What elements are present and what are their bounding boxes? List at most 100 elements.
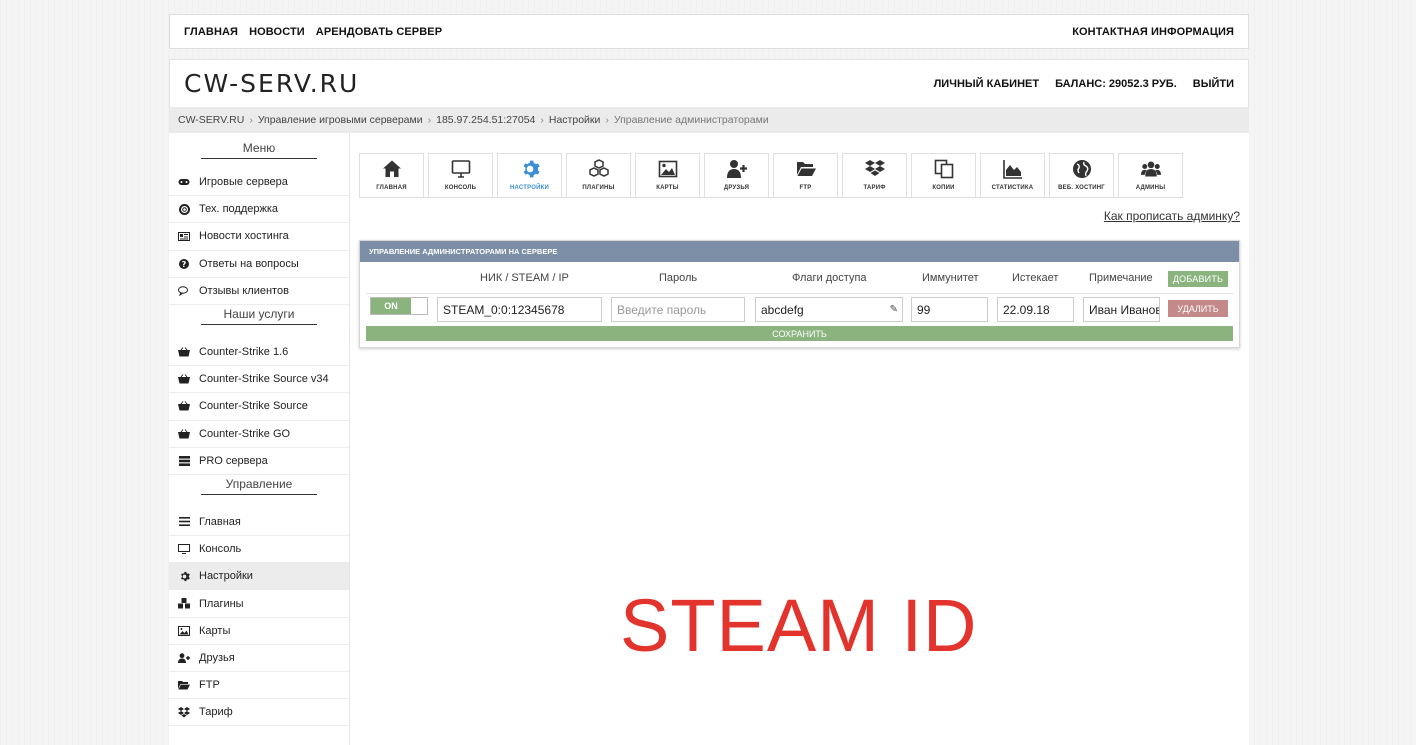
breadcrumb-item[interactable]: 185.97.254.51:27054 xyxy=(436,114,535,126)
sidebar-item-support[interactable]: Тех. поддержка xyxy=(169,196,349,224)
copy-icon xyxy=(934,159,953,179)
sidebar-item-label: Игровые сервера xyxy=(199,176,288,189)
edit-icon[interactable]: ✎ xyxy=(890,304,898,315)
sidebar-item-label: Настройки xyxy=(199,570,253,583)
sidebar-item-css[interactable]: Counter-Strike Source xyxy=(169,393,349,421)
tab-ftp[interactable]: FTP xyxy=(773,153,838,197)
breadcrumb-current: Управление администраторами xyxy=(613,114,769,126)
sidebar-item-cs16[interactable]: Counter-Strike 1.6 xyxy=(169,339,349,367)
lifebuoy-icon xyxy=(178,203,190,215)
nav-link-home[interactable]: ГЛАВНАЯ xyxy=(184,26,238,38)
tab-web-hosting[interactable]: ВЕБ. ХОСТИНГ xyxy=(1049,153,1114,197)
tab-label: ТАРИФ xyxy=(863,185,886,191)
bars-icon xyxy=(178,516,190,528)
toggle-knob xyxy=(411,298,427,314)
sidebar-item-plugins[interactable]: Плагины xyxy=(169,590,349,618)
user-plus-icon xyxy=(726,160,747,178)
site-logo[interactable]: CW-SERV.RU xyxy=(184,69,359,98)
column-header-expires: Истекает xyxy=(1012,272,1059,284)
tab-console[interactable]: КОНСОЛЬ xyxy=(428,153,493,197)
nav-link-rent-server[interactable]: АРЕНДОВАТЬ СЕРВЕР xyxy=(316,26,442,38)
delete-admin-button[interactable]: УДАЛИТЬ xyxy=(1168,300,1228,317)
sidebar-item-label: FTP xyxy=(199,679,220,692)
sidebar-item-label: Плагины xyxy=(199,597,244,610)
sidebar-item-label: Главная xyxy=(199,515,241,528)
sidebar-item-csgo[interactable]: Counter-Strike GO xyxy=(169,421,349,448)
sidebar-section-services: Наши услуги xyxy=(169,305,349,327)
monitor-icon xyxy=(451,160,470,178)
tab-maps[interactable]: КАРТЫ xyxy=(635,153,700,197)
user-plus-icon xyxy=(178,652,190,664)
sidebar-item-label: Тех. поддержка xyxy=(199,203,279,216)
tab-tariff[interactable]: ТАРИФ xyxy=(842,153,907,197)
nick-steam-input[interactable]: STEAM_0:0:12345678 xyxy=(437,297,602,322)
tab-label: КОПИИ xyxy=(932,185,955,191)
sidebar-section-title: Наши услуги xyxy=(201,307,317,325)
sidebar-item-maps[interactable]: Карты xyxy=(169,618,349,645)
sidebar-section-manage: Управление xyxy=(169,475,349,497)
nav-link-contact[interactable]: КОНТАКТНАЯ ИНФОРМАЦИЯ xyxy=(1072,26,1234,38)
column-header-note: Примечание xyxy=(1089,272,1153,284)
sidebar-item-friends[interactable]: Друзья xyxy=(169,645,349,672)
sidebar-item-game-servers[interactable]: Игровые сервера xyxy=(169,169,349,197)
sidebar-item-ftp[interactable]: FTP xyxy=(169,672,349,700)
sidebar-item-news[interactable]: Новости хостинга xyxy=(169,223,349,251)
newspaper-icon xyxy=(178,230,190,242)
immunity-input[interactable]: 99 xyxy=(911,297,988,322)
admin-help-link[interactable]: Как прописать админку? xyxy=(1104,209,1240,223)
sidebar-section-title: Управление xyxy=(201,477,317,495)
dropbox-icon xyxy=(178,706,190,718)
picture-icon xyxy=(658,160,677,178)
logout-link[interactable]: ВЫЙТИ xyxy=(1193,78,1234,90)
tab-settings[interactable]: НАСТРОЙКИ xyxy=(497,153,562,197)
server-icon xyxy=(178,455,190,467)
tab-friends[interactable]: ДРУЗЬЯ xyxy=(704,153,769,197)
sidebar-section-title: Меню xyxy=(201,141,317,159)
svg-text:?: ? xyxy=(182,260,187,269)
expires-input[interactable]: 22.09.18 xyxy=(997,297,1074,322)
account-link[interactable]: ЛИЧНЫЙ КАБИНЕТ xyxy=(934,78,1040,90)
sidebar-item-label: Карты xyxy=(199,624,231,637)
sidebar-item-console[interactable]: Консоль xyxy=(169,536,349,564)
save-button[interactable]: СОХРАНИТЬ xyxy=(366,326,1233,341)
breadcrumb-item[interactable]: CW-SERV.RU xyxy=(178,114,244,126)
top-navigation: ГЛАВНАЯ НОВОСТИ АРЕНДОВАТЬ СЕРВЕР КОНТАК… xyxy=(169,14,1249,49)
picture-icon xyxy=(178,625,190,637)
password-input[interactable]: Введите пароль xyxy=(611,297,745,322)
tab-admins[interactable]: АДМИНЫ xyxy=(1118,153,1183,197)
sidebar-item-settings[interactable]: Настройки xyxy=(169,563,349,591)
column-header-immunity: Иммунитет xyxy=(922,272,979,284)
sidebar-item-label: Тариф xyxy=(199,706,233,719)
tab-label: ВЕБ. ХОСТИНГ xyxy=(1058,185,1105,191)
sidebar-item-reviews[interactable]: Отзывы клиентов xyxy=(169,278,349,305)
gear-icon xyxy=(523,160,540,178)
add-admin-button[interactable]: ДОБАВИТЬ xyxy=(1168,271,1228,287)
sidebar-section-menu: Меню xyxy=(169,133,349,161)
sidebar-item-label: Консоль xyxy=(199,543,242,556)
tab-label: ГЛАВНАЯ xyxy=(376,185,407,191)
account-bar: ЛИЧНЫЙ КАБИНЕТ БАЛАНС: 29052.3 РУБ. ВЫЙТ… xyxy=(934,78,1234,90)
column-header-nick: НИК / STEAM / IP xyxy=(480,272,569,284)
sidebar-item-tariff[interactable]: Тариф xyxy=(169,699,349,727)
sidebar-item-faq[interactable]: ? Ответы на вопросы xyxy=(169,251,349,278)
note-input[interactable]: Иван Иванов xyxy=(1083,297,1160,322)
tab-label: АДМИНЫ xyxy=(1135,185,1166,191)
admin-enabled-toggle[interactable]: ON xyxy=(370,297,428,315)
tab-plugins[interactable]: ПЛАГИНЫ xyxy=(566,153,631,197)
sidebar-item-label: Ответы на вопросы xyxy=(199,257,299,270)
sidebar-item-label: PRO сервера xyxy=(199,454,268,467)
tab-home[interactable]: ГЛАВНАЯ xyxy=(359,153,424,197)
breadcrumb-item[interactable]: Настройки xyxy=(549,114,601,126)
basket-icon xyxy=(178,346,190,358)
flags-input[interactable]: abcdefg ✎ xyxy=(755,297,903,322)
tab-statistics[interactable]: СТАТИСТИКА xyxy=(980,153,1045,197)
breadcrumb-item[interactable]: Управление игровыми серверами xyxy=(258,114,423,126)
folder-open-icon xyxy=(796,162,816,176)
sidebar-item-main[interactable]: Главная xyxy=(169,509,349,537)
sidebar-item-css-v34[interactable]: Counter-Strike Source v34 xyxy=(169,366,349,394)
nav-link-news[interactable]: НОВОСТИ xyxy=(249,26,305,38)
breadcrumb-separator: › xyxy=(605,114,609,126)
sidebar-item-pro-servers[interactable]: PRO сервера xyxy=(169,448,349,475)
question-icon: ? xyxy=(178,258,190,270)
tab-backups[interactable]: КОПИИ xyxy=(911,153,976,197)
